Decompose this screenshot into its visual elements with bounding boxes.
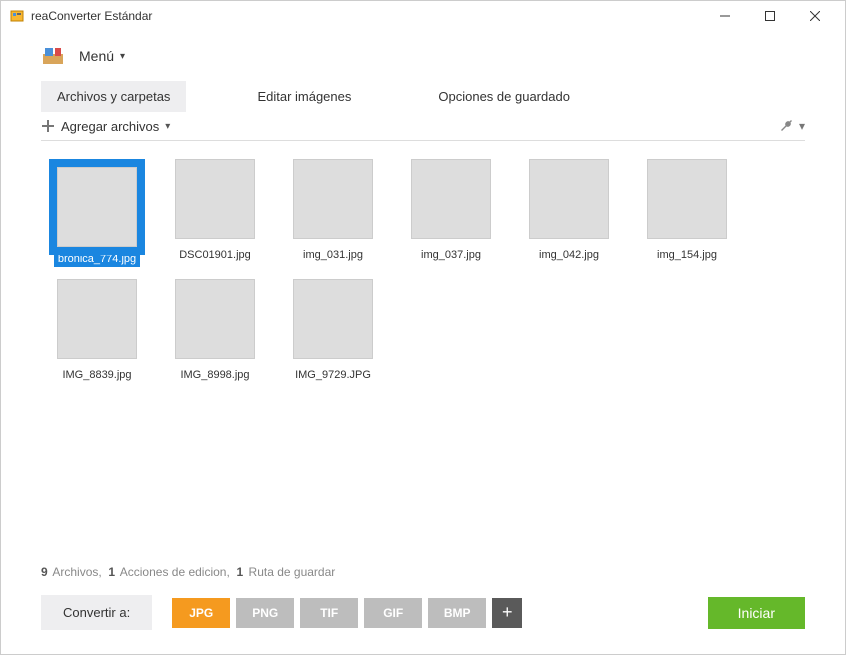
file-thumbnail[interactable]: img_154.jpg bbox=[639, 159, 735, 267]
file-name: img_031.jpg bbox=[303, 249, 363, 261]
status-bar: 9 Archivos, 1 Acciones de edicion, 1 Rut… bbox=[1, 557, 845, 595]
menu-bar: Menú ▾ bbox=[1, 31, 845, 81]
format-png[interactable]: PNG bbox=[236, 598, 294, 628]
title-bar: reaConverter Estándar bbox=[1, 1, 845, 31]
file-thumbnail[interactable]: IMG_8998.jpg bbox=[167, 279, 263, 381]
thumbnail-image bbox=[57, 167, 137, 247]
status-actions-count: 1 bbox=[108, 565, 115, 579]
file-thumbnail[interactable]: bronica_774.jpg bbox=[49, 159, 145, 267]
add-format-button[interactable]: + bbox=[492, 598, 522, 628]
file-thumbnail[interactable]: IMG_9729.JPG bbox=[285, 279, 381, 381]
minimize-button[interactable] bbox=[702, 2, 747, 30]
convert-to-label: Convertir a: bbox=[41, 595, 152, 630]
file-thumbnail[interactable]: img_037.jpg bbox=[403, 159, 499, 267]
start-button[interactable]: Iniciar bbox=[708, 597, 805, 629]
file-name: IMG_8998.jpg bbox=[180, 369, 249, 381]
format-gif[interactable]: GIF bbox=[364, 598, 422, 628]
tab-bar: Archivos y carpetas Editar imágenes Opci… bbox=[1, 81, 845, 112]
menu-dropdown[interactable]: Menú ▾ bbox=[79, 48, 125, 64]
file-grid: bronica_774.jpg DSC01901.jpg img_031.jpg im… bbox=[1, 151, 845, 557]
format-bmp[interactable]: BMP bbox=[428, 598, 486, 628]
status-save-count: 1 bbox=[237, 565, 244, 579]
maximize-button[interactable] bbox=[747, 2, 792, 30]
menu-label: Menú bbox=[79, 48, 114, 64]
file-name: img_042.jpg bbox=[539, 249, 599, 261]
thumbnail-image bbox=[175, 159, 255, 239]
thumbnail-image bbox=[57, 279, 137, 359]
status-save-label: Ruta de guardar bbox=[249, 565, 336, 579]
file-name: bronica_774.jpg bbox=[54, 251, 140, 267]
status-files-label: Archivos, bbox=[52, 565, 101, 579]
file-thumbnail[interactable]: DSC01901.jpg bbox=[167, 159, 263, 267]
add-files-label: Agregar archivos bbox=[61, 119, 159, 134]
format-tif[interactable]: TIF bbox=[300, 598, 358, 628]
status-file-count: 9 bbox=[41, 565, 48, 579]
thumbnail-image bbox=[529, 159, 609, 239]
thumbnail-image bbox=[175, 279, 255, 359]
settings-button[interactable]: ▾ bbox=[779, 118, 805, 134]
format-group: JPGPNGTIFGIFBMP+ bbox=[172, 598, 522, 628]
thumbnail-image bbox=[293, 279, 373, 359]
format-jpg[interactable]: JPG bbox=[172, 598, 230, 628]
chevron-down-icon: ▾ bbox=[165, 121, 170, 132]
window-title: reaConverter Estándar bbox=[31, 9, 152, 23]
file-name: IMG_9729.JPG bbox=[295, 369, 371, 381]
toolbar: Agregar archivos ▾ ▾ bbox=[1, 112, 845, 138]
close-button[interactable] bbox=[792, 2, 837, 30]
tab-save-options[interactable]: Opciones de guardado bbox=[422, 81, 586, 112]
file-thumbnail[interactable]: img_042.jpg bbox=[521, 159, 617, 267]
file-name: img_037.jpg bbox=[421, 249, 481, 261]
tab-edit-images[interactable]: Editar imágenes bbox=[241, 81, 367, 112]
tab-files[interactable]: Archivos y carpetas bbox=[41, 81, 186, 112]
app-logo-icon bbox=[41, 44, 65, 68]
chevron-down-icon: ▾ bbox=[120, 51, 125, 62]
plus-icon bbox=[41, 119, 55, 133]
file-name: img_154.jpg bbox=[657, 249, 717, 261]
thumbnail-image bbox=[411, 159, 491, 239]
divider bbox=[41, 140, 805, 141]
file-thumbnail[interactable]: img_031.jpg bbox=[285, 159, 381, 267]
app-icon bbox=[9, 8, 25, 24]
bottom-bar: Convertir a: JPGPNGTIFGIFBMP+ Iniciar bbox=[1, 595, 845, 654]
thumbnail-image bbox=[647, 159, 727, 239]
thumbnail-image bbox=[293, 159, 373, 239]
add-files-button[interactable]: Agregar archivos ▾ bbox=[41, 119, 170, 134]
chevron-down-icon: ▾ bbox=[799, 119, 805, 133]
file-name: IMG_8839.jpg bbox=[62, 369, 131, 381]
status-actions-label: Acciones de edicion, bbox=[120, 565, 230, 579]
file-name: DSC01901.jpg bbox=[179, 249, 251, 261]
file-thumbnail[interactable]: IMG_8839.jpg bbox=[49, 279, 145, 381]
